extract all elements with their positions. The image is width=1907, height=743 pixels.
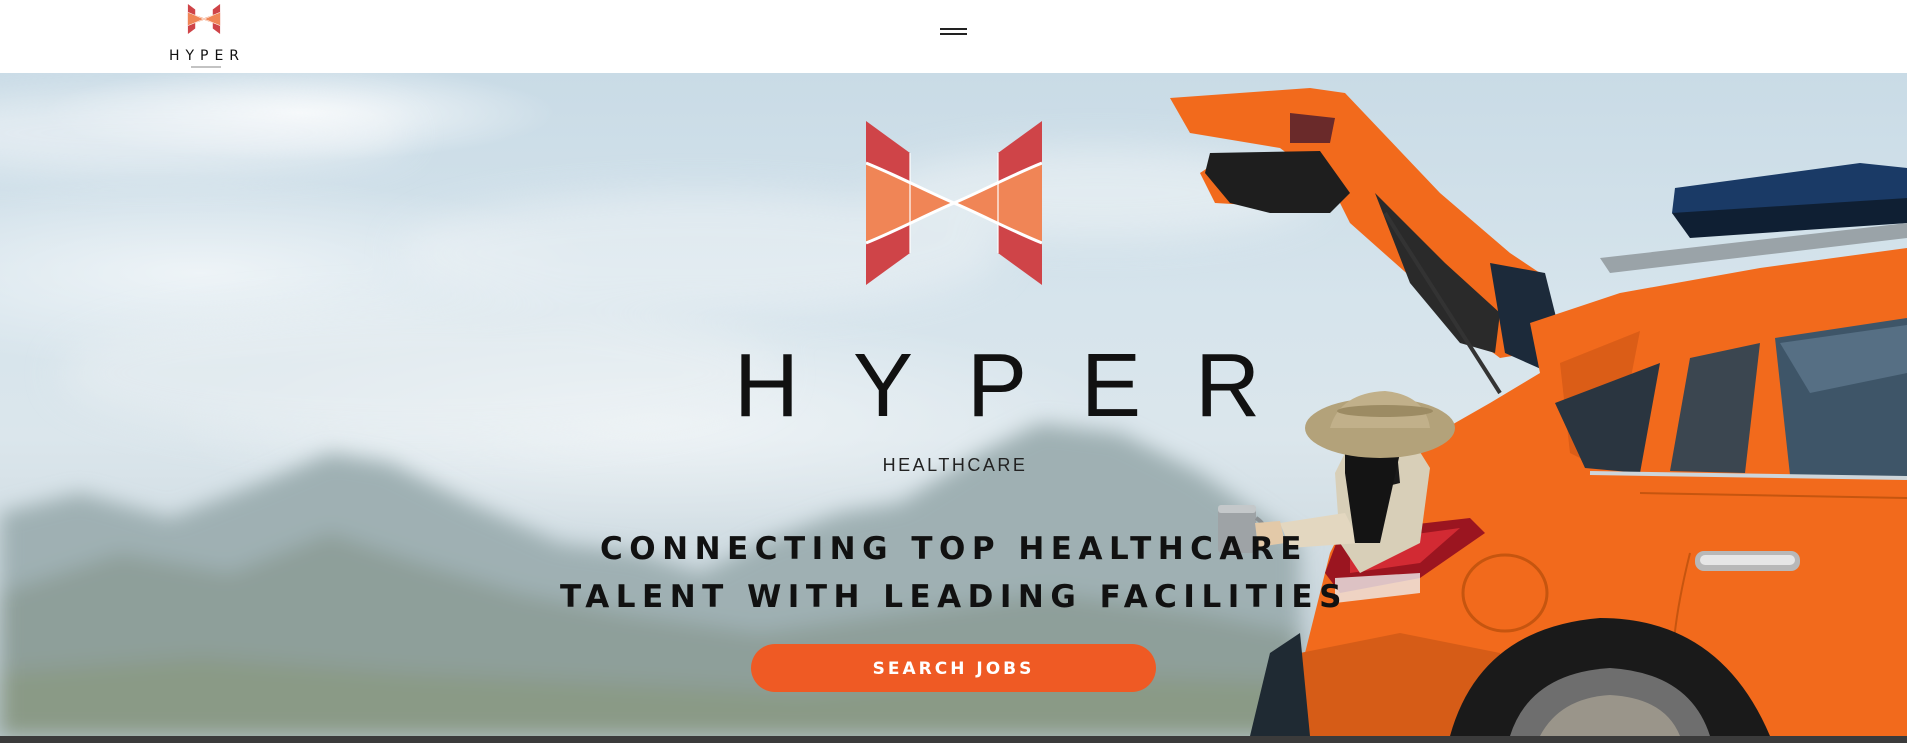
brand-name: HYPER	[734, 336, 1315, 436]
tagline-line-1: CONNECTING TOP HEALTHCARE	[600, 531, 1308, 567]
hyper-logo-icon	[866, 121, 1042, 285]
header-logo-tagline	[191, 66, 221, 68]
hero-section: HYPER HEALTHCARE CONNECTING TOP HEALTHCA…	[0, 73, 1907, 736]
search-jobs-button[interactable]: SEARCH JOBS	[751, 644, 1156, 692]
site-header: HYPER	[0, 0, 1907, 73]
menu-line	[940, 33, 967, 35]
menu-line	[940, 28, 967, 30]
hyper-logo-icon	[187, 4, 221, 34]
hamburger-menu-icon[interactable]	[940, 22, 968, 38]
header-logo-wordmark: HYPER	[168, 48, 246, 64]
hero-tagline: CONNECTING TOP HEALTHCARE TALENT WITH LE…	[560, 525, 1348, 621]
header-logo[interactable]: HYPER	[155, 4, 255, 68]
tagline-line-2: TALENT WITH LEADING FACILITIES	[560, 579, 1348, 615]
bottom-divider	[0, 736, 1907, 743]
brand-subtitle: HEALTHCARE	[882, 455, 1028, 475]
